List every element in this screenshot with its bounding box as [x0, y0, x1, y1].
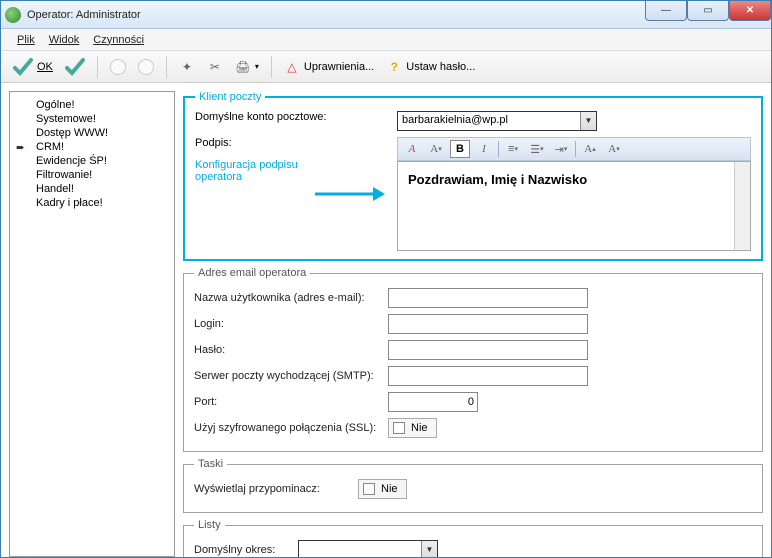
rtf-toolbar: A A▾ B I ≡▾ ☰▾ ⇥▾ A▴ A▾	[397, 137, 751, 161]
podpis-label: Podpis:	[195, 137, 232, 149]
font-decrease-button[interactable]: A▾	[604, 140, 624, 158]
sidebar-item-handel[interactable]: Handel!	[14, 182, 170, 196]
nav-forward-button[interactable]	[134, 57, 158, 77]
nazwa-input[interactable]	[388, 288, 588, 308]
login-input[interactable]	[388, 314, 588, 334]
signature-editor[interactable]: Pozdrawiam, Imię i Nazwisko	[397, 161, 751, 251]
signature-text: Pozdrawiam, Imię i Nazwisko	[398, 162, 734, 250]
nazwa-label: Nazwa użytkownika (adres e-mail):	[194, 292, 388, 304]
align-button[interactable]: ≡▾	[503, 140, 523, 158]
taski-legend: Taski	[194, 458, 227, 470]
sidebar-item-dostep-www[interactable]: Dostęp WWW!	[14, 126, 170, 140]
sidebar: Ogólne! Systemowe! Dostęp WWW! CRM! Ewid…	[9, 91, 175, 557]
port-input[interactable]	[388, 392, 478, 412]
menubar: Plik Widok Czynności	[1, 29, 771, 51]
toolbar: OK ✦ ✂ 🖨▾ △ Uprawnienia... ? Ustaw hasło…	[1, 51, 771, 83]
font-increase-button[interactable]: A▴	[580, 140, 600, 158]
font-color-button[interactable]: A	[402, 140, 422, 158]
uprawnienia-label: Uprawnienia...	[304, 61, 374, 73]
sidebar-item-kadry[interactable]: Kadry i płace!	[14, 196, 170, 210]
menu-widok[interactable]: Widok	[49, 34, 80, 46]
arrow-right-icon	[315, 185, 385, 203]
domyslne-konto-label: Domyślne konto pocztowe:	[195, 111, 389, 123]
wand-icon: ✦	[179, 59, 195, 75]
bold-button[interactable]: B	[450, 140, 470, 158]
smtp-label: Serwer poczty wychodzącej (SMTP):	[194, 370, 388, 382]
ustaw-haslo-label: Ustaw hasło...	[406, 61, 475, 73]
apply-button[interactable]	[61, 55, 89, 79]
chevron-down-icon: ▼	[421, 541, 437, 557]
port-label: Port:	[194, 396, 388, 408]
italic-button[interactable]: I	[474, 140, 494, 158]
ustaw-haslo-button[interactable]: ? Ustaw hasło...	[382, 57, 479, 77]
scrollbar[interactable]	[734, 162, 750, 250]
sidebar-item-filtrowanie[interactable]: Filtrowanie!	[14, 168, 170, 182]
sidebar-item-systemowe[interactable]: Systemowe!	[14, 112, 170, 126]
login-label: Login:	[194, 318, 388, 330]
taski-group: Taski Wyświetlaj przypominacz: Nie	[183, 458, 763, 513]
tools-icon: ✂	[207, 59, 223, 75]
minimize-button[interactable]: —	[645, 1, 687, 21]
klient-poczty-group: Klient poczty Domyślne konto pocztowe: b…	[183, 91, 763, 261]
signature-hint: Konfiguracja podpisu operatora	[195, 149, 389, 183]
haslo-input[interactable]	[388, 340, 588, 360]
toolbar-tool1[interactable]: ✦	[175, 57, 199, 77]
adres-email-group: Adres email operatora Nazwa użytkownika …	[183, 267, 763, 452]
wyswietlaj-checkbox[interactable]: Nie	[358, 479, 407, 499]
ssl-label: Użyj szyfrowanego połączenia (SSL):	[194, 422, 388, 434]
klient-poczty-legend: Klient poczty	[195, 91, 265, 103]
listy-legend: Listy	[194, 519, 225, 531]
adres-email-legend: Adres email operatora	[194, 267, 310, 279]
okres-value	[299, 541, 421, 557]
app-icon	[5, 7, 21, 23]
sidebar-item-crm[interactable]: CRM!	[14, 140, 170, 154]
uprawnienia-button[interactable]: △ Uprawnienia...	[280, 57, 378, 77]
domyslne-konto-combo[interactable]: barbarakielnia@wp.pl ▼	[397, 111, 597, 131]
toolbar-tool2[interactable]: ✂	[203, 57, 227, 77]
toolbar-print[interactable]: 🖨▾	[231, 57, 263, 77]
indent-button[interactable]: ⇥▾	[551, 140, 571, 158]
chevron-down-icon: ▼	[580, 112, 596, 130]
listy-group: Listy Domyślny okres: ▼	[183, 519, 763, 557]
menu-plik[interactable]: Plik	[17, 34, 35, 46]
maximize-button[interactable]: ▭	[687, 1, 729, 21]
close-button[interactable]: ✕	[729, 1, 771, 21]
question-icon: ?	[386, 59, 402, 75]
domyslne-konto-value: barbarakielnia@wp.pl	[398, 112, 580, 130]
arrow-right-icon	[138, 59, 154, 75]
smtp-input[interactable]	[388, 366, 588, 386]
warning-icon: △	[284, 59, 300, 75]
font-button[interactable]: A▾	[426, 140, 446, 158]
menu-czynnosci[interactable]: Czynności	[93, 34, 144, 46]
nav-back-button[interactable]	[106, 57, 130, 77]
sidebar-item-ogolne[interactable]: Ogólne!	[14, 98, 170, 112]
ssl-checkbox[interactable]: Nie	[388, 418, 437, 438]
titlebar: Operator: Administrator — ▭ ✕	[1, 1, 771, 29]
print-icon: 🖨	[235, 59, 251, 75]
haslo-label: Hasło:	[194, 344, 388, 356]
arrow-left-icon	[110, 59, 126, 75]
wyswietlaj-label: Wyświetlaj przypominacz:	[194, 483, 358, 495]
check-icon	[65, 57, 85, 77]
okres-label: Domyślny okres:	[194, 544, 298, 556]
list-button[interactable]: ☰▾	[527, 140, 547, 158]
sidebar-item-ewidencje[interactable]: Ewidencje ŚP!	[14, 154, 170, 168]
ok-label: OK	[37, 61, 53, 73]
check-icon	[13, 57, 33, 77]
okres-combo[interactable]: ▼	[298, 540, 438, 557]
ok-button[interactable]: OK	[9, 55, 57, 79]
